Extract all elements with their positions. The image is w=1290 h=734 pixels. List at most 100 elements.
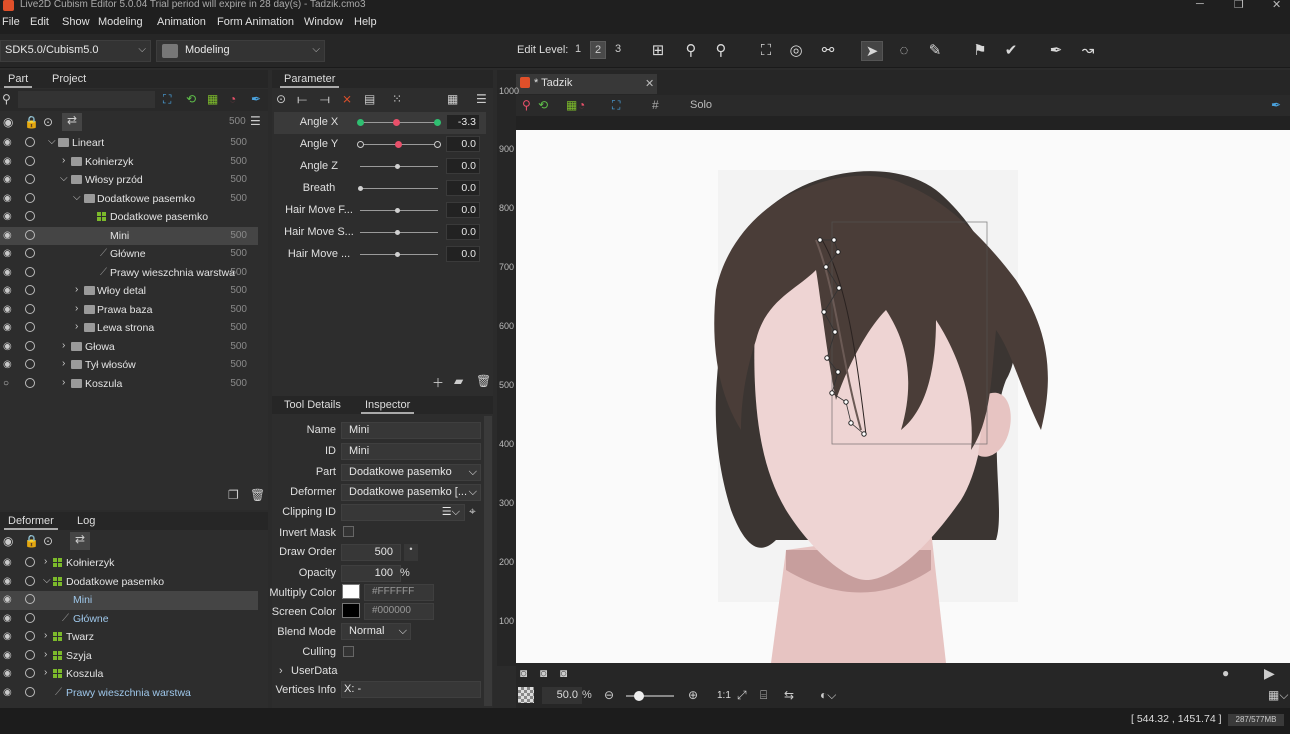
lock-circle-icon[interactable] <box>25 594 35 604</box>
zoom-field[interactable]: 50.0 <box>542 687 582 704</box>
mesh-icon[interactable]: ⛶ <box>163 92 171 107</box>
fit-width-icon[interactable]: ⌸ <box>760 688 767 703</box>
eye-icon[interactable]: ◉ <box>3 137 14 148</box>
auto-tool-icon[interactable]: ⚲ <box>710 41 732 61</box>
param-value-field[interactable]: 0.0 <box>446 158 480 174</box>
param-knob-max[interactable] <box>434 119 441 126</box>
chevron-right-icon[interactable]: › <box>62 340 65 351</box>
culling-checkbox[interactable] <box>343 646 354 657</box>
screen-color-field[interactable]: #000000 <box>364 603 434 620</box>
lock-icon[interactable]: 🔒 <box>24 534 39 548</box>
inspector-scrollbar[interactable] <box>484 416 492 706</box>
arrow-select-icon[interactable]: ➤ <box>861 41 883 61</box>
rotation-icon[interactable]: ◎ <box>785 41 807 61</box>
chevron-right-icon[interactable]: › <box>44 649 47 660</box>
chevron-right-icon[interactable]: › <box>44 667 47 678</box>
glue-icon[interactable]: ⚯ <box>817 41 839 61</box>
deformer-icon[interactable]: ⊞ <box>647 41 669 61</box>
delete-key-icon[interactable]: ⨯ <box>342 92 352 106</box>
param-hair-back[interactable]: Hair Move ... 0.0 <box>274 244 486 266</box>
eye-icon[interactable]: ◉ <box>3 285 14 296</box>
param-slider-track[interactable] <box>360 188 438 189</box>
param-value-field[interactable]: 0.0 <box>446 202 480 218</box>
tab-project[interactable]: Project <box>52 73 86 85</box>
tab-part[interactable]: Part <box>3 73 33 88</box>
param-hair-front[interactable]: Hair Move F... 0.0 <box>274 200 486 222</box>
chevron-down-icon[interactable]: ⌵ <box>60 173 68 184</box>
param-knob-current[interactable] <box>358 186 363 191</box>
list-item[interactable]: ◉ ⟋ Główne 500 <box>0 245 258 264</box>
layout-icon[interactable]: ▦⌵ <box>1268 688 1288 703</box>
swap-icon[interactable]: ⇄ <box>62 113 82 131</box>
mode-select[interactable]: Modeling ⌵ <box>156 40 325 62</box>
edit-level-1[interactable]: 1 <box>570 41 586 59</box>
param-knob-current[interactable] <box>395 252 400 257</box>
param-value-field[interactable]: -3.3 <box>446 114 480 130</box>
eye-icon[interactable]: ◉ <box>3 267 14 278</box>
list-item[interactable]: ◉ › Kołnierzyk 500 <box>0 153 258 172</box>
lock-circle-icon[interactable] <box>25 686 35 697</box>
lock-circle-icon[interactable] <box>25 211 35 221</box>
eye-icon[interactable]: ◉ <box>3 359 14 370</box>
menu-animation[interactable]: Animation <box>157 16 206 28</box>
record-icon[interactable]: ● <box>1222 666 1229 680</box>
menu-modeling[interactable]: Modeling <box>98 16 143 28</box>
list-item[interactable]: ◉ › Twarz <box>0 628 258 647</box>
chevron-right-icon[interactable]: › <box>279 665 283 677</box>
list-item[interactable]: ◉ › Włoy detal 500 <box>0 282 258 301</box>
menu-icon[interactable]: ☰ <box>250 114 261 128</box>
userdata-label[interactable]: UserData <box>291 665 337 677</box>
window-icon[interactable]: ▤ <box>364 92 375 106</box>
eye-icon[interactable]: ◉ <box>3 594 14 605</box>
list-item[interactable]: ◉ ⟋ Prawy wieszchnia warstwa 500 <box>0 264 258 283</box>
tab-log[interactable]: Log <box>77 515 95 527</box>
target-icon[interactable]: ⌖ <box>469 504 476 519</box>
link-icon[interactable]: ⟲ <box>538 98 548 112</box>
param-knob-current[interactable] <box>395 141 402 148</box>
vertices-x-field[interactable]: X: - <box>341 681 481 698</box>
list-item[interactable]: ◉ › Głowa 500 <box>0 338 258 357</box>
character-illustration[interactable] <box>516 130 1290 663</box>
list-item[interactable]: ◉ ⌵ Włosy przód 500 <box>0 171 258 190</box>
lock-circle-icon[interactable] <box>25 575 35 586</box>
lock-circle-icon[interactable] <box>25 229 35 240</box>
menu-help[interactable]: Help <box>354 16 377 28</box>
solo-button[interactable]: Solo <box>690 99 712 111</box>
menu-icon[interactable]: ☰ <box>476 92 487 106</box>
eye-icon[interactable]: ◉ <box>3 322 14 333</box>
param-value-field[interactable]: 0.0 <box>446 224 480 240</box>
eye-icon[interactable]: ◉ <box>3 631 14 642</box>
lock-circle-icon[interactable] <box>25 303 35 314</box>
eye-icon[interactable]: ◉ <box>3 557 14 568</box>
eye-icon[interactable]: ◉ <box>3 174 14 185</box>
name-field[interactable]: Mini <box>341 422 481 439</box>
menu-form-animation[interactable]: Form Animation <box>217 16 294 28</box>
multiply-color-field[interactable]: #FFFFFF <box>364 584 434 601</box>
play-icon[interactable]: ⊙ <box>43 115 53 129</box>
swap-icon[interactable]: ⇄ <box>70 532 90 550</box>
eye-icon[interactable]: ◉ <box>3 341 14 352</box>
chevron-down-icon[interactable]: ⌵ <box>48 136 56 147</box>
pen-icon[interactable]: ✒ <box>1045 41 1067 61</box>
chevron-down-icon[interactable]: ⌵ <box>43 575 51 586</box>
deformer-select[interactable]: Dodatkowe pasemko [... ⌵ <box>341 484 481 501</box>
list-item[interactable]: ◉ › Lewa strona 500 <box>0 319 258 338</box>
guide-grid-icon[interactable]: # <box>652 98 659 112</box>
tab-tool-details[interactable]: Tool Details <box>284 399 341 411</box>
play-icon[interactable]: ⊙ <box>43 534 53 548</box>
chevron-right-icon[interactable]: › <box>62 377 65 388</box>
actual-size-button[interactable]: 1:1 <box>717 690 731 701</box>
lock-circle-icon[interactable] <box>25 248 35 258</box>
param-angle-z[interactable]: Angle Z 0.0 <box>274 156 486 178</box>
eye-icon[interactable]: ◉ <box>3 687 14 698</box>
lock-circle-icon[interactable] <box>25 285 35 295</box>
chevron-right-icon[interactable]: › <box>75 321 78 332</box>
path-icon[interactable]: ↝ <box>1077 41 1099 61</box>
model-canvas[interactable] <box>516 130 1290 663</box>
sdk-select[interactable]: SDK5.0/Cubism5.0 ⌵ <box>0 40 151 62</box>
warp-tool-icon[interactable]: ⚲ <box>680 41 702 61</box>
eye-icon[interactable]: ◉ <box>3 211 14 222</box>
chevron-right-icon[interactable]: › <box>44 630 47 641</box>
param-hair-side[interactable]: Hair Move S... 0.0 <box>274 222 486 244</box>
lock-circle-icon[interactable] <box>25 668 35 678</box>
